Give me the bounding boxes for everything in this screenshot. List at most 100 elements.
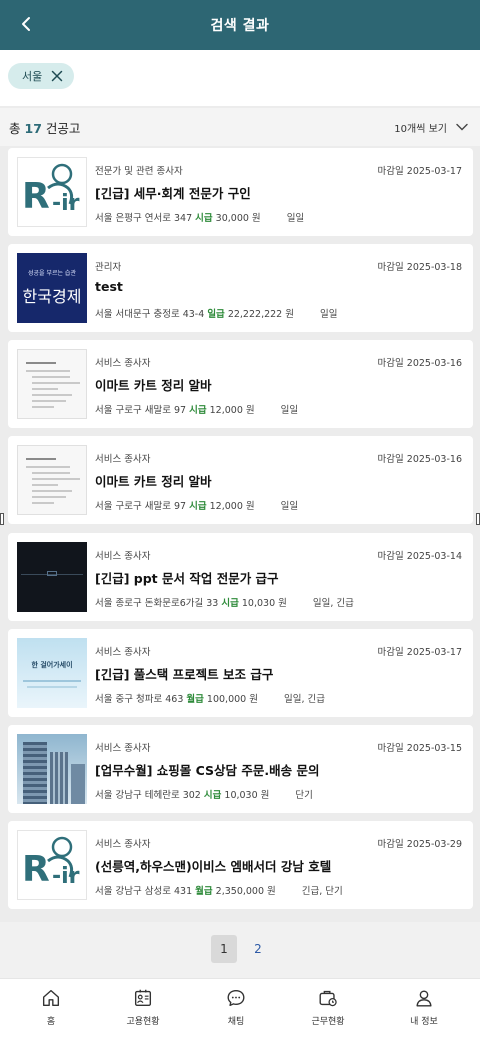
work-status-icon [319, 990, 337, 1007]
job-card[interactable]: R -ir 전문가 및 관련 종사자 마감일 2025-03-17 [긴급] 세무·회계… [8, 148, 473, 236]
page-size-dropdown[interactable]: 10개씩 보기 [394, 120, 468, 135]
job-meta: 서울 서대문구 충정로 43-4 일급 22,222,222 원 일일 [95, 306, 337, 320]
chat-icon [227, 989, 245, 1007]
job-title[interactable]: [긴급] 풀스택 프로젝트 보조 급구 [95, 664, 273, 683]
job-schedule: 일일, 긴급 [283, 694, 325, 705]
job-schedule: 단기 [295, 790, 313, 801]
job-card[interactable]: 서비스 종사자 마감일 2025-03-15 [업무수월] 쇼핑몰 CS상담 주문.… [8, 725, 473, 813]
building-photo-image [17, 734, 87, 804]
job-pay-type: 시급 [195, 213, 213, 224]
job-card[interactable]: 서비스 종사자 마감일 2025-03-16 이마트 카트 정리 알바서울 구로구 … [8, 340, 473, 428]
presentation-thumbnail-image [17, 542, 87, 612]
nav-home[interactable]: 홈 [11, 987, 91, 1027]
result-summary-bar: 총 17 건공고 10개씩 보기 [0, 108, 480, 146]
job-card[interactable]: 한 걸어가세이 서비스 종사자 마감일 2025-03-17 [긴급] 풀스택 프로젝… [8, 629, 473, 717]
nav-profile[interactable]: 내 정보 [384, 987, 464, 1027]
page-button-1[interactable]: 1 [211, 935, 237, 963]
job-pay-amount: 10,030 원 [224, 790, 270, 801]
job-deadline: 마감일 2025-03-14 [377, 551, 462, 562]
job-thumbnail: R -ir [17, 830, 87, 900]
job-card[interactable]: R -ir 서비스 종사자 마감일 2025-03-29 (선릉역,하우스맨)이비스 엠… [8, 821, 473, 909]
job-deadline: 마감일 2025-03-17 [377, 647, 462, 658]
job-card[interactable]: 성공을 부르는 습관한국경제 관리자 마감일 2025-03-18 test 서울 서대… [8, 244, 473, 332]
job-address: 서울 구로구 새말로 97 [95, 405, 187, 416]
job-pay-type: 시급 [189, 405, 207, 416]
job-title[interactable]: 이마트 카트 정리 알바 [95, 471, 212, 490]
result-count-prefix: 총 [9, 120, 21, 136]
company-logo-image: R -ir [17, 830, 87, 900]
job-pay-amount: 2,350,000 원 [215, 886, 276, 897]
nav-profile-label: 내 정보 [410, 1017, 438, 1027]
page-title: 검색 결과 [210, 18, 270, 34]
job-address: 서울 중구 청파로 463 [95, 694, 184, 705]
filter-chip[interactable]: 서울 [8, 63, 75, 89]
job-pay-amount: 100,000 원 [206, 694, 258, 705]
job-category: 서비스 종사자 [95, 454, 151, 465]
filter-area: 서울 [0, 50, 480, 106]
back-button[interactable] [14, 11, 38, 37]
job-title[interactable]: [업무수월] 쇼핑몰 CS상담 주문.배송 문의 [95, 760, 320, 779]
svg-text:-ir: -ir [52, 191, 80, 216]
job-title[interactable]: [긴급] 세무·회계 전문가 구인 [95, 183, 251, 202]
job-deadline: 마감일 2025-03-16 [377, 454, 462, 465]
profile-icon [416, 990, 432, 1007]
job-category: 전문가 및 관련 종사자 [95, 166, 183, 177]
result-count-suffix: 건공고 [45, 120, 81, 136]
job-deadline: 마감일 2025-03-18 [377, 262, 462, 273]
job-schedule: 긴급, 단기 [301, 886, 343, 897]
job-title[interactable]: (선릉역,하우스맨)이비스 엠배서더 강남 호텔 [95, 856, 331, 875]
document-thumbnail-image [17, 445, 87, 515]
job-meta: 서울 강남구 삼성로 431 월급 2,350,000 원 긴급, 단기 [95, 883, 343, 897]
svg-text:-ir: -ir [52, 864, 80, 889]
nav-employment-label: 고용현황 [126, 1017, 160, 1027]
app-header: 검색 결과 [0, 0, 480, 50]
pagination: 1 2 [0, 922, 480, 978]
job-meta: 서울 은평구 연서로 347 시급 30,000 원 일일 [95, 210, 304, 224]
book-small-text: 성공을 부르는 습관 [28, 270, 76, 277]
job-address: 서울 강남구 테헤란로 302 [95, 790, 201, 801]
job-schedule: 일일, 긴급 [312, 598, 354, 609]
page-button-2[interactable]: 2 [250, 937, 266, 961]
nav-work-status[interactable]: 근무현황 [288, 987, 368, 1027]
job-deadline: 마감일 2025-03-29 [377, 839, 462, 850]
job-pay-type: 월급 [195, 886, 213, 897]
job-meta: 서울 중구 청파로 463 월급 100,000 원 일일, 긴급 [95, 691, 325, 705]
job-title[interactable]: 이마트 카트 정리 알바 [95, 375, 212, 394]
job-pay-type: 시급 [189, 501, 207, 512]
job-thumbnail: R -ir [17, 157, 87, 227]
job-pay-amount: 12,000 원 [209, 501, 255, 512]
employment-icon [134, 989, 152, 1007]
job-category: 서비스 종사자 [95, 743, 151, 754]
book-title-text: 한국경제 [22, 287, 82, 306]
job-deadline: 마감일 2025-03-16 [377, 358, 462, 369]
job-thumbnail: 성공을 부르는 습관한국경제 [17, 253, 87, 323]
job-deadline: 마감일 2025-03-17 [377, 166, 462, 177]
job-address: 서울 서대문구 충정로 43-4 [95, 309, 205, 320]
nav-employment[interactable]: 고용현황 [103, 987, 183, 1027]
job-title[interactable]: [긴급] ppt 문서 작업 전문가 급구 [95, 568, 279, 587]
job-card[interactable]: 서비스 종사자 마감일 2025-03-14 [긴급] ppt 문서 작업 전문가 … [8, 533, 473, 621]
job-address: 서울 구로구 새말로 97 [95, 501, 187, 512]
job-pay-amount: 12,000 원 [209, 405, 255, 416]
job-category: 관리자 [95, 262, 122, 273]
svg-text:R: R [22, 176, 50, 217]
book-cover-image: 성공을 부르는 습관한국경제 [17, 253, 87, 323]
thumbnail-caption: 한 걸어가세이 [31, 661, 73, 669]
chevron-down-icon [456, 123, 468, 131]
job-meta: 서울 종로구 돈화문로6가길 33 시급 10,030 원 일일, 긴급 [95, 595, 354, 609]
job-meta: 서울 구로구 새말로 97 시급 12,000 원 일일 [95, 498, 298, 512]
job-category: 서비스 종사자 [95, 839, 151, 850]
nav-chat[interactable]: 채팅 [196, 987, 276, 1027]
job-title[interactable]: test [95, 279, 123, 294]
job-category: 서비스 종사자 [95, 358, 151, 369]
job-card[interactable]: 서비스 종사자 마감일 2025-03-16 이마트 카트 정리 알바서울 구로구 … [8, 436, 473, 524]
nav-work-status-label: 근무현황 [311, 1017, 345, 1027]
close-icon[interactable] [50, 69, 64, 83]
job-address: 서울 은평구 연서로 347 [95, 213, 193, 224]
resize-handle-left[interactable] [0, 513, 4, 525]
chevron-left-icon [22, 17, 30, 31]
svg-text:R: R [22, 849, 50, 890]
job-meta: 서울 강남구 테헤란로 302 시급 10,030 원 단기 [95, 787, 313, 801]
job-thumbnail [17, 542, 87, 612]
resize-handle-right[interactable] [476, 513, 480, 525]
